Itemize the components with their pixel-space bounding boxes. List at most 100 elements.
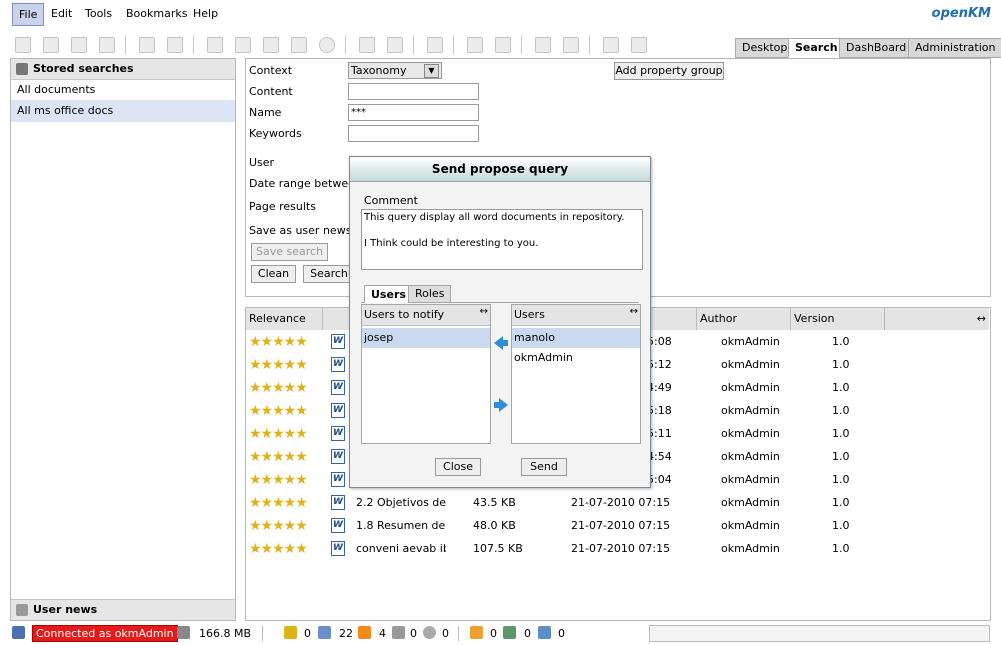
- create-folder-icon[interactable]: [15, 37, 31, 53]
- list-item[interactable]: manolo: [512, 328, 640, 348]
- scanner-icon[interactable]: [603, 37, 619, 53]
- lock-icon[interactable]: [139, 37, 155, 53]
- remove-subscription-icon[interactable]: [495, 37, 511, 53]
- relevance-stars: ★★★★★: [249, 449, 308, 465]
- proposed-queries-icon[interactable]: [503, 626, 516, 639]
- word-document-icon: W: [331, 403, 345, 418]
- find-folder-icon[interactable]: [43, 37, 59, 53]
- author-cell: okmAdmin: [721, 473, 780, 486]
- save-search-button[interactable]: Save search: [251, 243, 328, 261]
- resize-icon[interactable]: ↔: [630, 307, 638, 317]
- tab-administration[interactable]: Administration: [908, 38, 1001, 58]
- find-document-icon[interactable]: [71, 37, 87, 53]
- connected-status: Connected as okmAdmin: [32, 625, 178, 642]
- user-news-header[interactable]: User news: [11, 599, 235, 620]
- tab-search[interactable]: Search: [788, 38, 845, 58]
- comment-textarea[interactable]: This query display all word documents in…: [361, 209, 643, 270]
- proposed-queries-count: 0: [524, 627, 531, 640]
- tab-desktop[interactable]: Desktop: [735, 38, 795, 58]
- stored-search-item[interactable]: All ms office docs: [11, 101, 235, 122]
- send-button[interactable]: Send: [521, 458, 567, 476]
- checkout-documents-icon[interactable]: [318, 626, 331, 639]
- chevron-down-icon: ▼: [424, 64, 439, 78]
- toolbar-divider: [589, 36, 590, 54]
- tab-dashboard[interactable]: DashBoard: [839, 38, 914, 58]
- locked-documents-icon[interactable]: [284, 626, 297, 639]
- news-documents-icon[interactable]: [392, 626, 405, 639]
- word-document-icon: W: [331, 380, 345, 395]
- close-button[interactable]: Close: [435, 458, 481, 476]
- add-subscription-icon[interactable]: [467, 37, 483, 53]
- version-cell: 1.0: [832, 473, 850, 486]
- proposed-subscriptions-icon[interactable]: [470, 626, 483, 639]
- table-row[interactable]: ★★★★★ W 2.2 Objetivos del Pr 43.5 KB 21-07-2…: [246, 492, 986, 515]
- add-document-icon[interactable]: [207, 37, 223, 53]
- table-row[interactable]: ★★★★★ Wconveni aevab ibatı 107.5 KB 21-07-2…: [246, 538, 986, 561]
- table-row[interactable]: ★★★★★ W 1.8 Resumen del pr 48.0 KB 21-07-201…: [246, 515, 986, 538]
- disk-usage-value: 166.8 MB: [199, 627, 252, 640]
- workflow-tasks-icon[interactable]: [423, 626, 436, 639]
- similar-document-icon[interactable]: [99, 37, 115, 53]
- available-users-list: Users ↔ manolo okmAdmin: [511, 304, 641, 444]
- search-button[interactable]: Search: [303, 265, 355, 283]
- menu-bookmarks[interactable]: Bookmarks: [120, 3, 193, 24]
- users-to-notify-title: Users to notify: [364, 308, 445, 321]
- tab-roles[interactable]: Roles: [408, 285, 452, 303]
- checkin-icon[interactable]: [263, 37, 279, 53]
- column-header-relevance[interactable]: Relevance: [246, 308, 323, 330]
- toolbar-divider: [193, 36, 194, 54]
- list-item[interactable]: josep: [362, 328, 490, 348]
- move-right-arrow-icon[interactable]: [493, 398, 509, 412]
- relevance-stars: ★★★★★: [249, 403, 308, 419]
- unlock-icon[interactable]: [167, 37, 183, 53]
- keywords-input[interactable]: [348, 125, 479, 142]
- context-value: Taxonomy: [351, 64, 407, 77]
- remove-property-group-icon[interactable]: [387, 37, 403, 53]
- content-input[interactable]: [348, 83, 479, 100]
- keywords-label: Keywords: [249, 127, 302, 140]
- menu-file[interactable]: File: [12, 3, 45, 26]
- move-left-arrow-icon[interactable]: [493, 336, 509, 350]
- add-property-group-button[interactable]: Add property group: [614, 62, 724, 80]
- version-cell: 1.0: [832, 427, 850, 440]
- resize-columns-icon[interactable]: ↔: [977, 308, 986, 330]
- word-document-icon: W: [331, 449, 345, 464]
- document-name-cell: 1.8 Resumen del pr: [356, 519, 446, 532]
- document-date-cell: 21-07-2010 07:15:04: [571, 542, 671, 555]
- document-name-cell: 2.2 Objetivos del Pr: [356, 496, 446, 509]
- home-icon[interactable]: [563, 37, 579, 53]
- document-name-cell: conveni aevab ibatı: [356, 542, 446, 555]
- clean-button[interactable]: Clean: [251, 265, 296, 283]
- cancel-checkout-icon[interactable]: [291, 37, 307, 53]
- relevance-stars: ★★★★★: [249, 518, 308, 534]
- menu-help[interactable]: Help: [187, 3, 224, 24]
- print-icon[interactable]: [631, 37, 647, 53]
- proposed-subscriptions-count: 0: [490, 627, 497, 640]
- add-property-group-icon[interactable]: [359, 37, 375, 53]
- resize-icon[interactable]: ↔: [480, 307, 488, 317]
- shared-queries-icon[interactable]: [538, 626, 551, 639]
- menu-tools[interactable]: Tools: [79, 3, 118, 24]
- refresh-icon[interactable]: [535, 37, 551, 53]
- save-user-news-label: Save as user news: [249, 224, 352, 237]
- user-label: User: [249, 156, 275, 169]
- delete-icon[interactable]: [319, 37, 335, 53]
- connection-icon: [12, 626, 25, 639]
- name-input[interactable]: ***: [348, 104, 479, 121]
- stored-search-item[interactable]: All documents: [11, 80, 235, 101]
- edit-document-icon[interactable]: [235, 37, 251, 53]
- name-label: Name: [249, 106, 282, 119]
- toolbar-divider: [521, 36, 522, 54]
- column-header-version[interactable]: Version: [791, 308, 885, 330]
- workflow-icon[interactable]: [427, 37, 443, 53]
- context-select[interactable]: Taxonomy ▼: [348, 62, 442, 79]
- tab-users[interactable]: Users: [364, 285, 413, 303]
- relevance-stars: ★★★★★: [249, 541, 308, 557]
- column-header-author[interactable]: Author: [697, 308, 791, 330]
- author-cell: okmAdmin: [721, 519, 780, 532]
- menu-edit[interactable]: Edit: [45, 3, 78, 24]
- subscriptions-icon[interactable]: [358, 626, 371, 639]
- menu-bar: File Edit Tools Bookmarks Help openKM: [0, 0, 1001, 28]
- list-item[interactable]: okmAdmin: [512, 348, 640, 368]
- author-cell: okmAdmin: [721, 335, 780, 348]
